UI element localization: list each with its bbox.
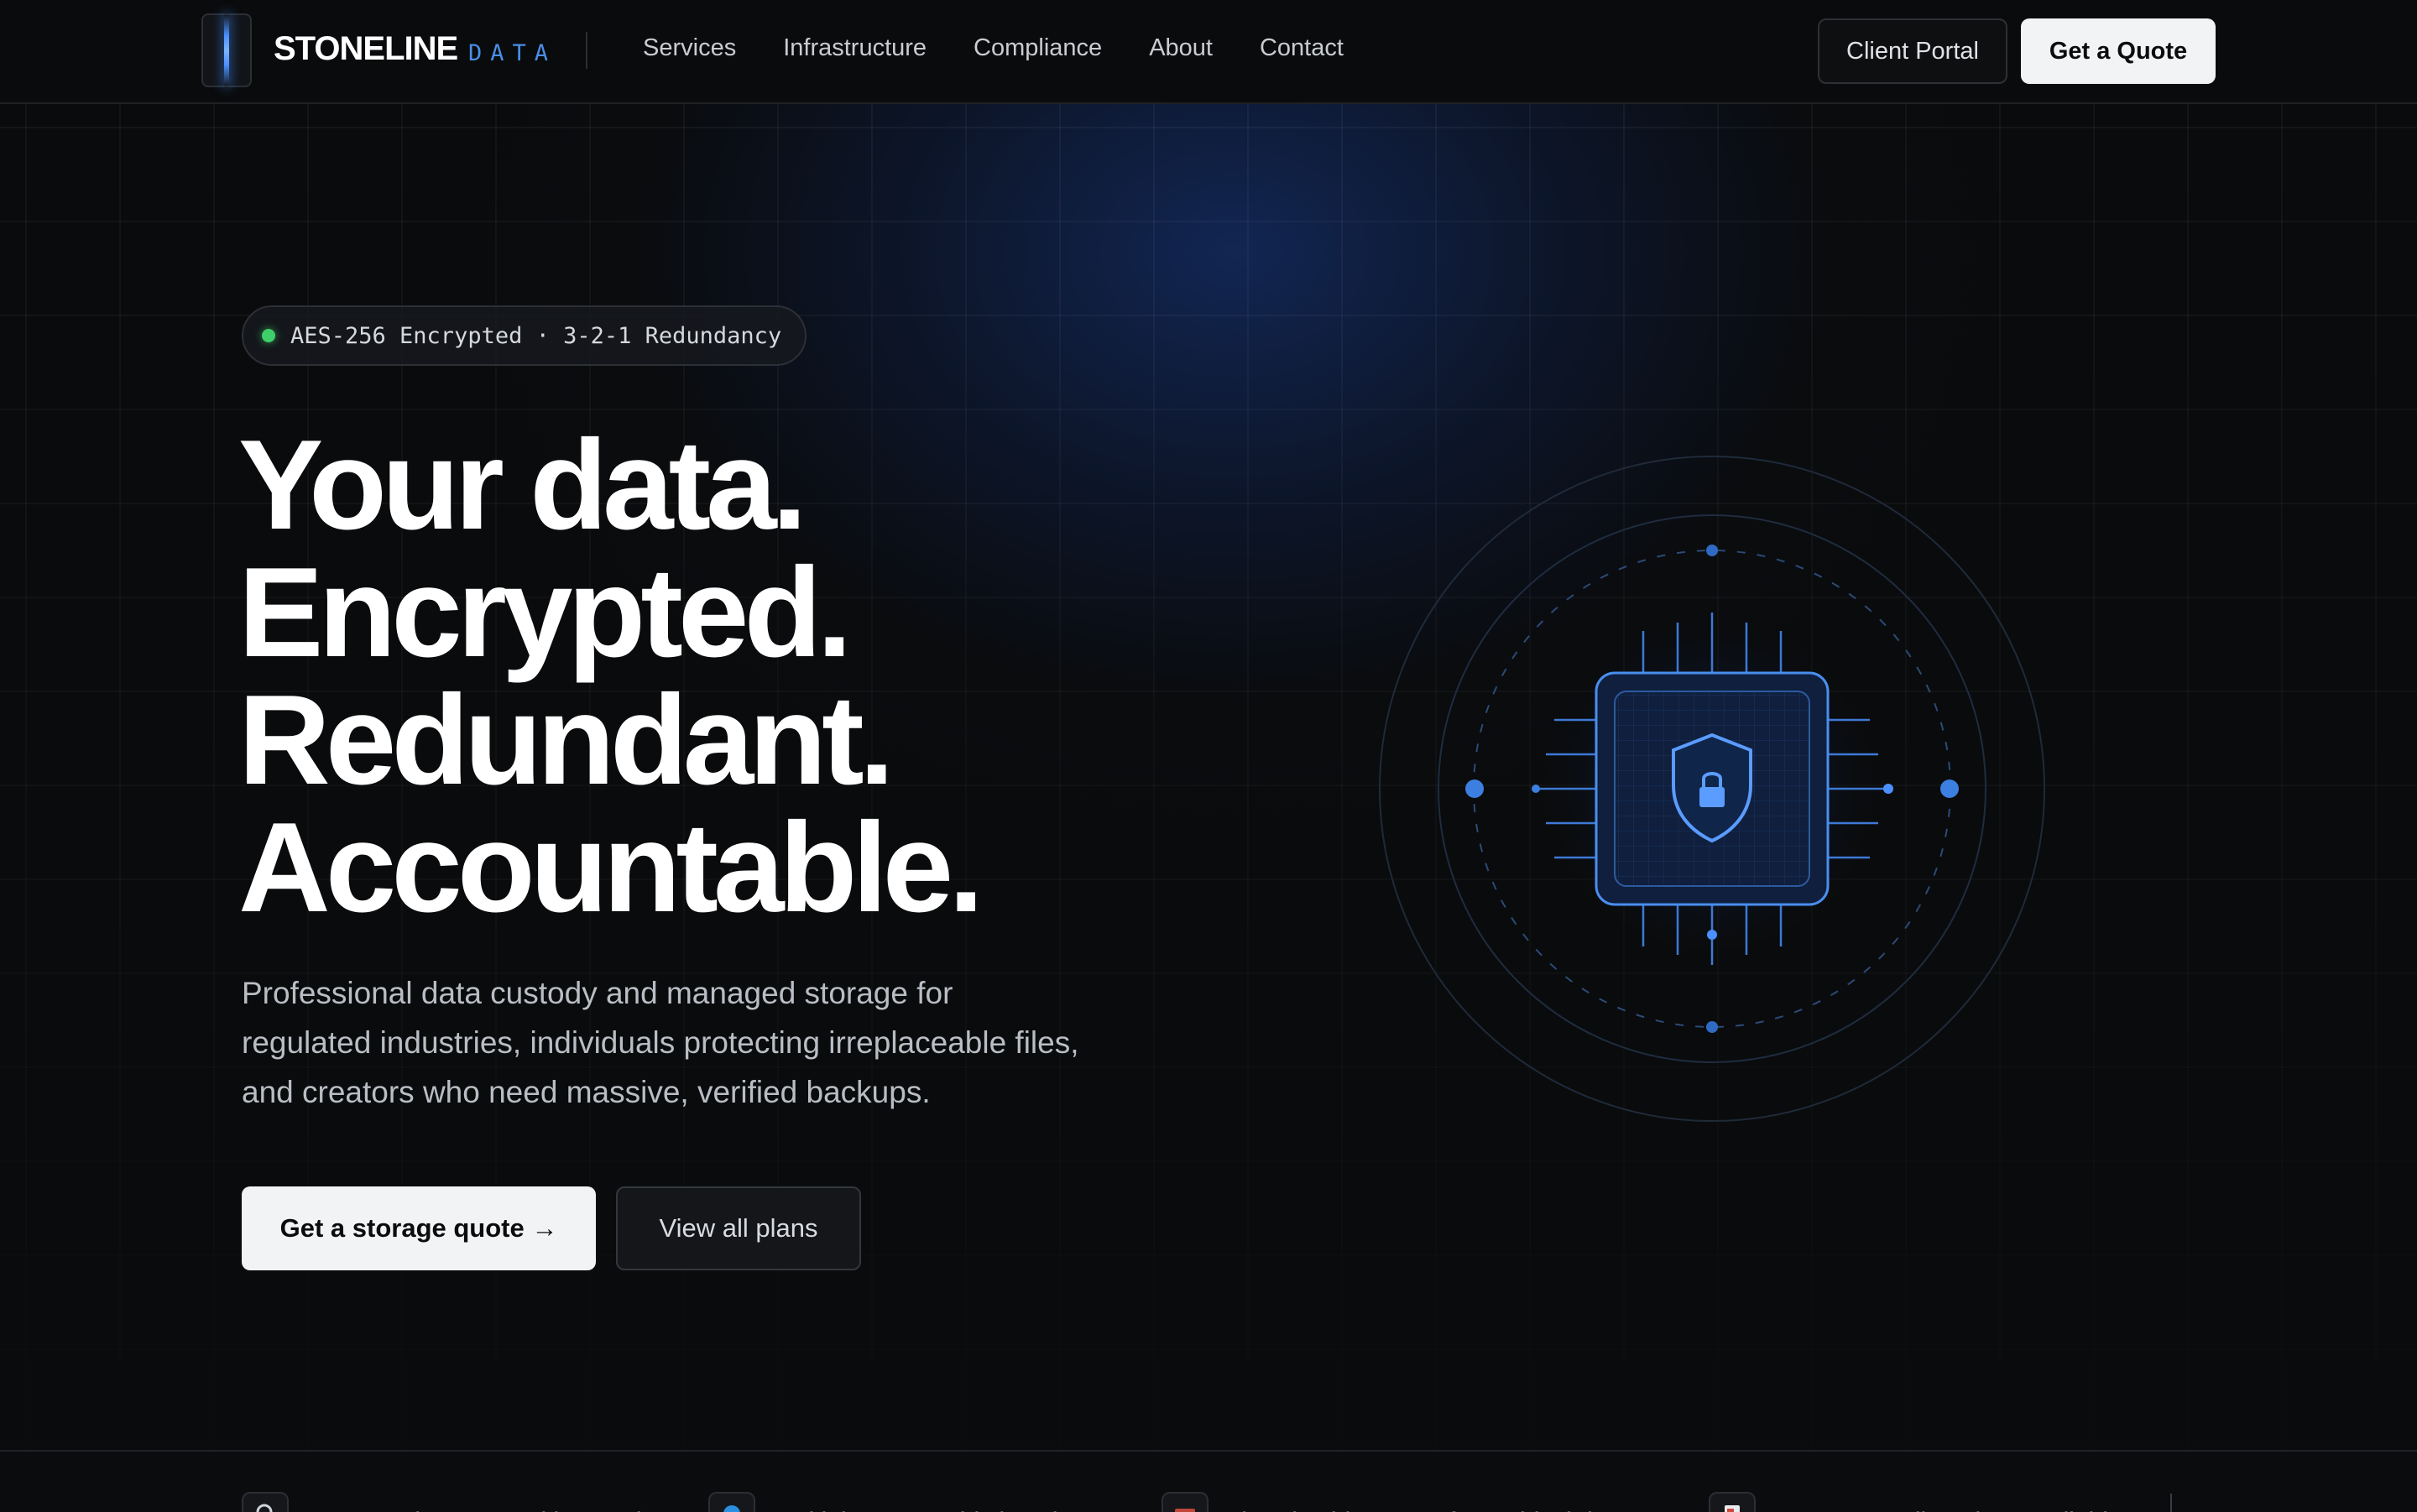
feature-item: Encrypted at rest and in transit [242,1492,649,1512]
headline-line: Accountable. [238,796,984,939]
globe-icon [708,1492,755,1512]
security-badge: AES-256 Encrypted · 3-2-1 Redundancy [242,305,807,366]
encrypted-chip-illustration [1379,456,2045,1122]
headline-line: Encrypted. [238,541,853,684]
feature-strip: Encrypted at rest and in transit Multipl… [0,1450,2417,1512]
hero-description: Professional data custody and managed st… [242,976,1079,1109]
document-icon [1709,1492,1756,1512]
feature-item: Multiple geographic locations [708,1492,1099,1512]
hero-headline: Your data. Encrypted. Redundant. Account… [238,414,984,939]
status-dot-icon [262,329,275,342]
logo-subtext: DATA [468,40,557,66]
nav-link-services[interactable]: Services [643,34,736,62]
feature-text: Multiple geographic locations [774,1504,1099,1512]
logo-icon[interactable] [201,13,252,87]
headline-line: Redundant. [238,669,895,811]
feature-item: Tiered cold storage for archival data [1162,1492,1627,1512]
nav-link-about[interactable]: About [1149,34,1213,62]
badge-label: AES-256 Encrypted · 3-2-1 Redundancy [290,322,782,349]
strip-divider [2170,1494,2172,1512]
folder-icon [1162,1492,1208,1512]
site-header: STONELINE DATA Services Infrastructure C… [0,0,2417,104]
view-plans-button[interactable]: View all plans [616,1186,861,1270]
get-quote-button[interactable]: Get a Quote [2021,18,2216,84]
search-icon [242,1492,289,1512]
client-portal-button[interactable]: Client Portal [1818,18,2007,84]
feature-text: Encrypted at rest and in transit [307,1504,649,1512]
feature-item: HIPAA compliant tiers available [1709,1492,2122,1512]
feature-text: HIPAA compliant tiers available [1774,1504,2122,1512]
nav-link-compliance[interactable]: Compliance [974,34,1102,62]
nav-link-infrastructure[interactable]: Infrastructure [783,34,927,62]
storage-quote-button[interactable]: Get a storage quote → [242,1186,596,1270]
logo-text[interactable]: STONELINE [274,30,458,68]
header-divider [586,32,587,69]
main-nav: Services Infrastructure Compliance About… [643,34,1344,62]
feature-text: Tiered cold storage for archival data [1227,1504,1627,1512]
headline-line: Your data. [238,414,807,556]
nav-link-contact[interactable]: Contact [1260,34,1344,62]
